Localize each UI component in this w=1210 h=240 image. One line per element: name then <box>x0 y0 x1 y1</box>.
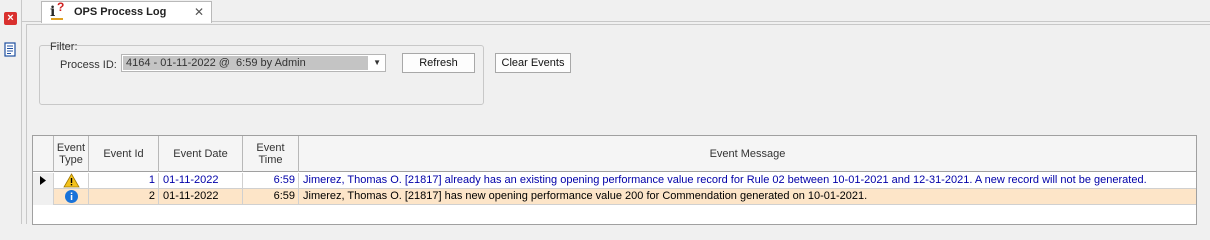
event-type-cell <box>54 173 89 189</box>
column-header-event-type[interactable]: Event Type <box>54 136 89 172</box>
event-date-cell: 01-11-2022 <box>159 189 243 205</box>
tab-bar: i? OPS Process Log ✕ <box>22 0 1210 23</box>
chevron-down-icon[interactable]: ▼ <box>373 55 381 71</box>
table-row[interactable]: 1 01-11-2022 6:59 Jimerez, Thomas O. [21… <box>33 173 1196 189</box>
table-row[interactable]: 2 01-11-2022 6:59 Jimerez, Thomas O. [21… <box>33 189 1196 205</box>
grid-header: Event Type Event Id Event Date Event Tim… <box>33 136 1196 172</box>
column-header-event-date[interactable]: Event Date <box>159 136 243 172</box>
column-header-event-id[interactable]: Event Id <box>89 136 159 172</box>
event-message-cell: Jimerez, Thomas O. [21817] has new openi… <box>303 190 868 202</box>
warning-icon <box>63 173 80 188</box>
document-icon[interactable] <box>4 42 17 60</box>
event-id-cell: 1 <box>89 173 159 189</box>
left-toolbar: × <box>0 0 22 224</box>
clear-events-button[interactable]: Clear Events <box>495 53 571 73</box>
event-id-cell: 2 <box>89 189 159 205</box>
process-id-value: 4164 - 01-11-2022 @ 6:59 by Admin <box>123 56 368 70</box>
event-time-cell: 6:59 <box>243 189 299 205</box>
tab-close-icon[interactable]: ✕ <box>194 5 204 19</box>
event-date-cell: 01-11-2022 <box>159 173 243 189</box>
column-header-event-message[interactable]: Event Message <box>299 136 1196 172</box>
process-id-select[interactable]: 4164 - 01-11-2022 @ 6:59 by Admin ▼ <box>121 54 386 72</box>
event-grid: Event Type Event Id Event Date Event Tim… <box>32 135 1197 225</box>
column-header-event-time[interactable]: Event Time <box>243 136 299 172</box>
event-time-cell: 6:59 <box>243 173 299 189</box>
info-question-icon: i? <box>50 0 65 20</box>
event-type-cell <box>54 189 89 205</box>
event-message-cell: Jimerez, Thomas O. [21817] already has a… <box>303 174 1147 186</box>
filter-label: Filter: <box>50 41 78 53</box>
row-selector[interactable] <box>33 173 54 189</box>
close-icon[interactable]: × <box>4 12 17 25</box>
info-icon <box>65 190 78 203</box>
main-panel: Filter: Process ID: 4164 - 01-11-2022 @ … <box>26 24 1210 225</box>
refresh-button[interactable]: Refresh <box>402 53 475 73</box>
process-id-label: Process ID: <box>60 59 117 71</box>
row-selector[interactable] <box>33 189 54 205</box>
tab-label: OPS Process Log <box>74 6 167 18</box>
row-selector-header <box>33 136 54 172</box>
tab-ops-process-log[interactable]: i? OPS Process Log ✕ <box>41 0 212 23</box>
